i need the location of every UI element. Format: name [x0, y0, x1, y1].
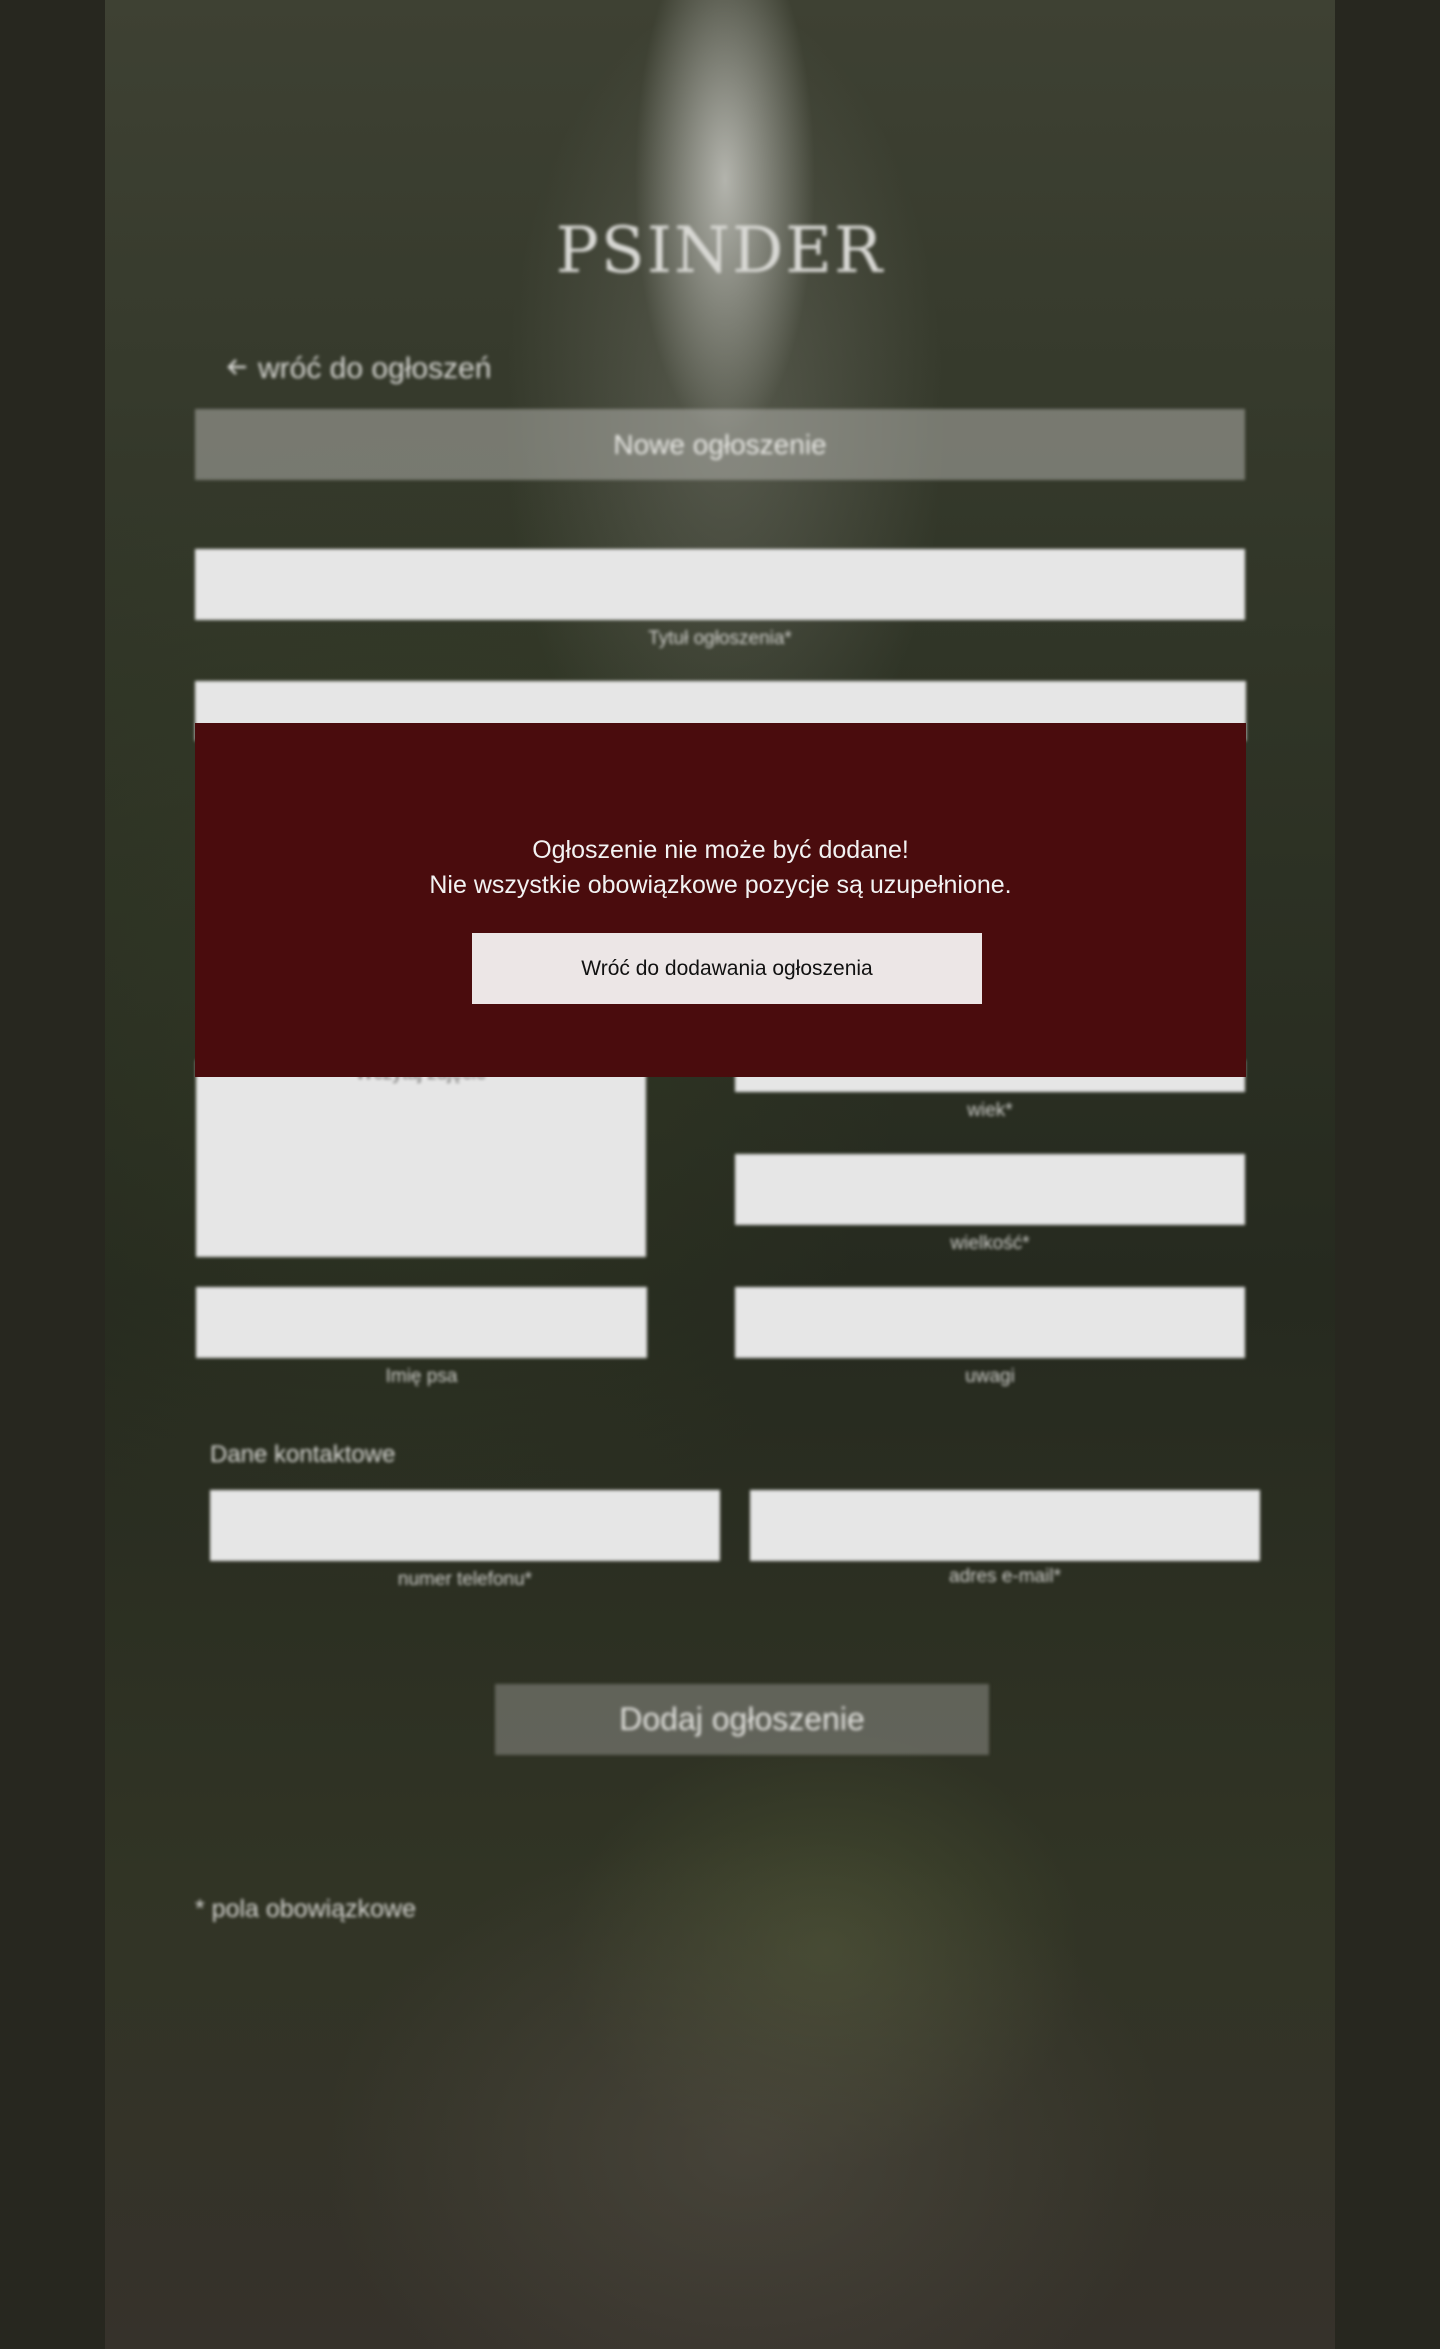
blurred-form-layer: PSINDER wróć do ogłoszeń Nowe ogłoszenie…: [0, 0, 1440, 2349]
dog-name-label: Imię psa: [385, 1366, 458, 1387]
arrow-left-icon: [226, 352, 248, 386]
form-heading: Nowe ogłoszenie: [195, 409, 1245, 480]
size-label: wielkość*: [950, 1233, 1030, 1254]
dog-name-input[interactable]: [196, 1287, 647, 1358]
app-logo: PSINDER: [555, 214, 885, 288]
photo-upload[interactable]: [196, 1060, 646, 1257]
back-to-listings-link[interactable]: wróć do ogłoszeń: [226, 352, 491, 386]
email-label: adres e-mail*: [949, 1566, 1061, 1587]
title-input[interactable]: [195, 549, 1245, 620]
error-message: Ogłoszenie nie może być dodane! Nie wszy…: [195, 833, 1246, 903]
required-fields-note: * pola obowiązkowe: [195, 1895, 416, 1923]
phone-input[interactable]: [210, 1490, 720, 1561]
age-label: wiek*: [967, 1100, 1013, 1121]
notes-label: uwagi: [965, 1366, 1015, 1387]
error-message-line1: Ogłoszenie nie może być dodane!: [532, 836, 909, 864]
error-message-line2: Nie wszystkie obowiązkowe pozycje są uzu…: [429, 871, 1012, 899]
add-listing-button[interactable]: Dodaj ogłoszenie: [495, 1684, 989, 1755]
size-input[interactable]: [735, 1154, 1245, 1225]
email-input[interactable]: [750, 1490, 1260, 1561]
title-label: Tytuł ogłoszenia*: [648, 628, 792, 649]
phone-label: numer telefonu*: [397, 1569, 533, 1590]
back-link-label: wróć do ogłoszeń: [258, 352, 492, 385]
back-to-form-button[interactable]: Wróć do dodawania ogłoszenia: [472, 933, 982, 1004]
error-modal: Ogłoszenie nie może być dodane! Nie wszy…: [195, 723, 1246, 1077]
contact-section-heading: Dane kontaktowe: [210, 1441, 396, 1468]
notes-input[interactable]: [735, 1287, 1245, 1358]
